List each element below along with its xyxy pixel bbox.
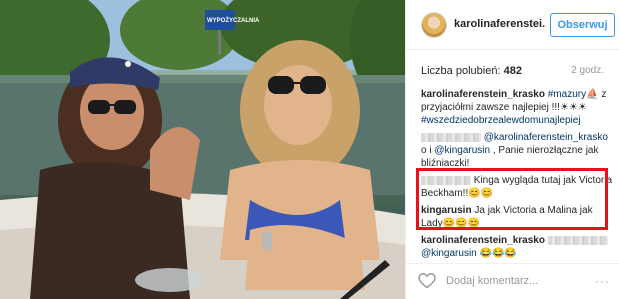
watch (262, 232, 272, 250)
polo-logo-icon (125, 61, 131, 67)
blurred-username (421, 132, 481, 142)
comment-text: 😂😂😂 (476, 248, 517, 259)
post-photo[interactable]: WYPOŻYCZALNIA (0, 0, 405, 299)
comment-item: @karolinaferenstein_krasko o i @kingarus… (421, 131, 613, 170)
comment-username[interactable]: karolinaferenstein_krasko (421, 235, 545, 246)
hashtag-link[interactable]: #wszedziedobrzealewdomunajlepiej (421, 115, 581, 126)
comment-username[interactable]: karolinaferenstein_krasko (421, 89, 545, 100)
mention-link[interactable]: @kingarusin (434, 145, 490, 156)
comment-item: karolinaferenstein_krasko @kingarusin 😂😂… (421, 234, 613, 260)
likes-row: Liczba polubień: 482 2 godz. (421, 65, 611, 79)
post-footer: Dodaj komentarz... ··· (406, 263, 619, 299)
comments-list: karolinaferenstein_krasko #mazury⛵ z prz… (421, 88, 613, 264)
add-comment-input[interactable]: Dodaj komentarz... (446, 275, 538, 287)
blurred-text (547, 235, 608, 245)
time-ago[interactable]: 2 godz. (571, 65, 604, 76)
likes-label: Liczba polubień: (421, 65, 501, 77)
sign-text: WYPOŻYCZALNIA (207, 17, 260, 24)
avatar[interactable] (421, 12, 447, 38)
comment-item: Kinga wygląda tutaj jak Victoria Beckham… (421, 174, 613, 200)
hashtag-link[interactable]: #mazury (548, 89, 586, 100)
comment-item: karolinaferenstein_krasko #mazury⛵ z prz… (421, 88, 613, 127)
mention-link[interactable]: @karolinaferenstein_krasko (484, 132, 608, 143)
comment-text: o i (421, 145, 435, 156)
post-sidebar: karolinaferenstei... Obserwuj Liczba pol… (405, 0, 619, 299)
comment-username[interactable]: kingarusin (421, 205, 472, 216)
comment-item: kingarusin Ja jak Victoria a Malina jak … (421, 204, 613, 230)
more-options-icon[interactable]: ··· (595, 274, 610, 288)
photo-scene: WYPOŻYCZALNIA (0, 0, 405, 299)
post-header: karolinaferenstei... Obserwuj (406, 0, 619, 50)
mention-link[interactable]: @kingarusin (421, 248, 477, 259)
likes-count[interactable]: 482 (504, 65, 522, 77)
blurred-username (421, 175, 471, 185)
header-username[interactable]: karolinaferenstei... (454, 18, 546, 30)
heart-icon[interactable] (418, 273, 436, 289)
follow-button[interactable]: Obserwuj (550, 13, 615, 37)
